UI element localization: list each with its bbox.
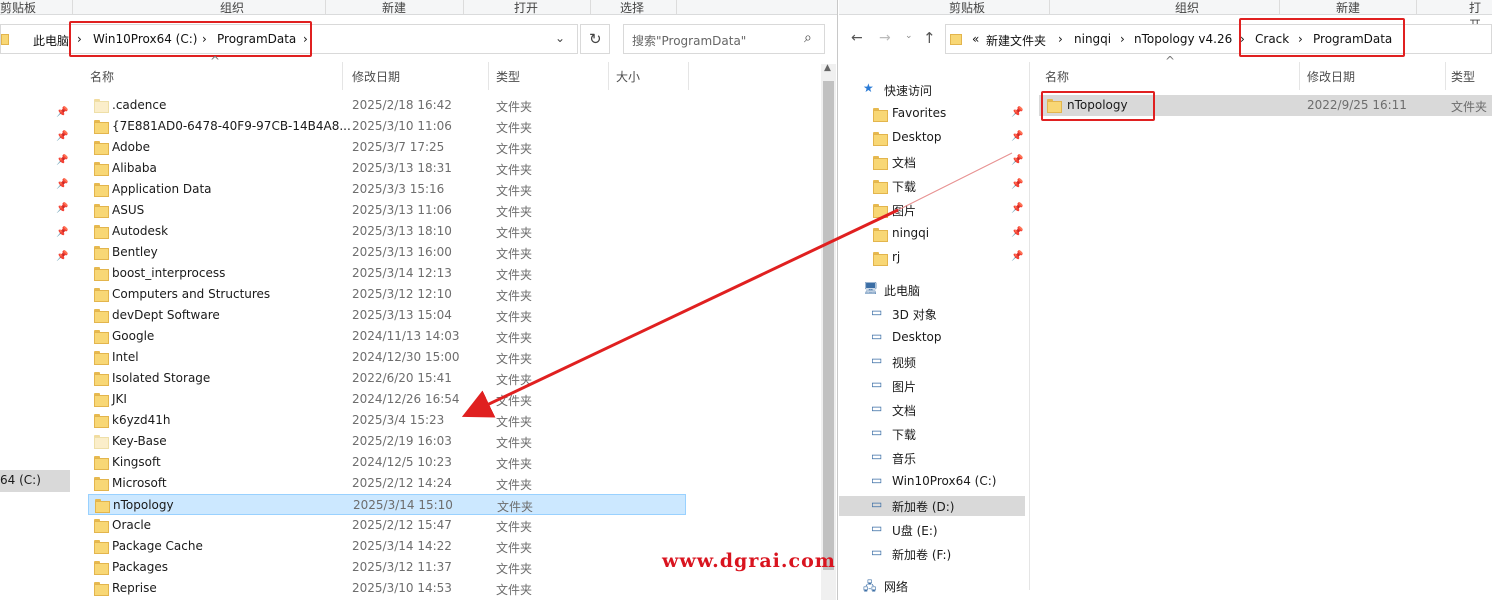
watermark: www.dgrai.com	[662, 550, 836, 572]
drag-arrow	[461, 152, 1013, 418]
arrow-tail	[897, 152, 1013, 211]
arrow-line	[461, 208, 899, 418]
